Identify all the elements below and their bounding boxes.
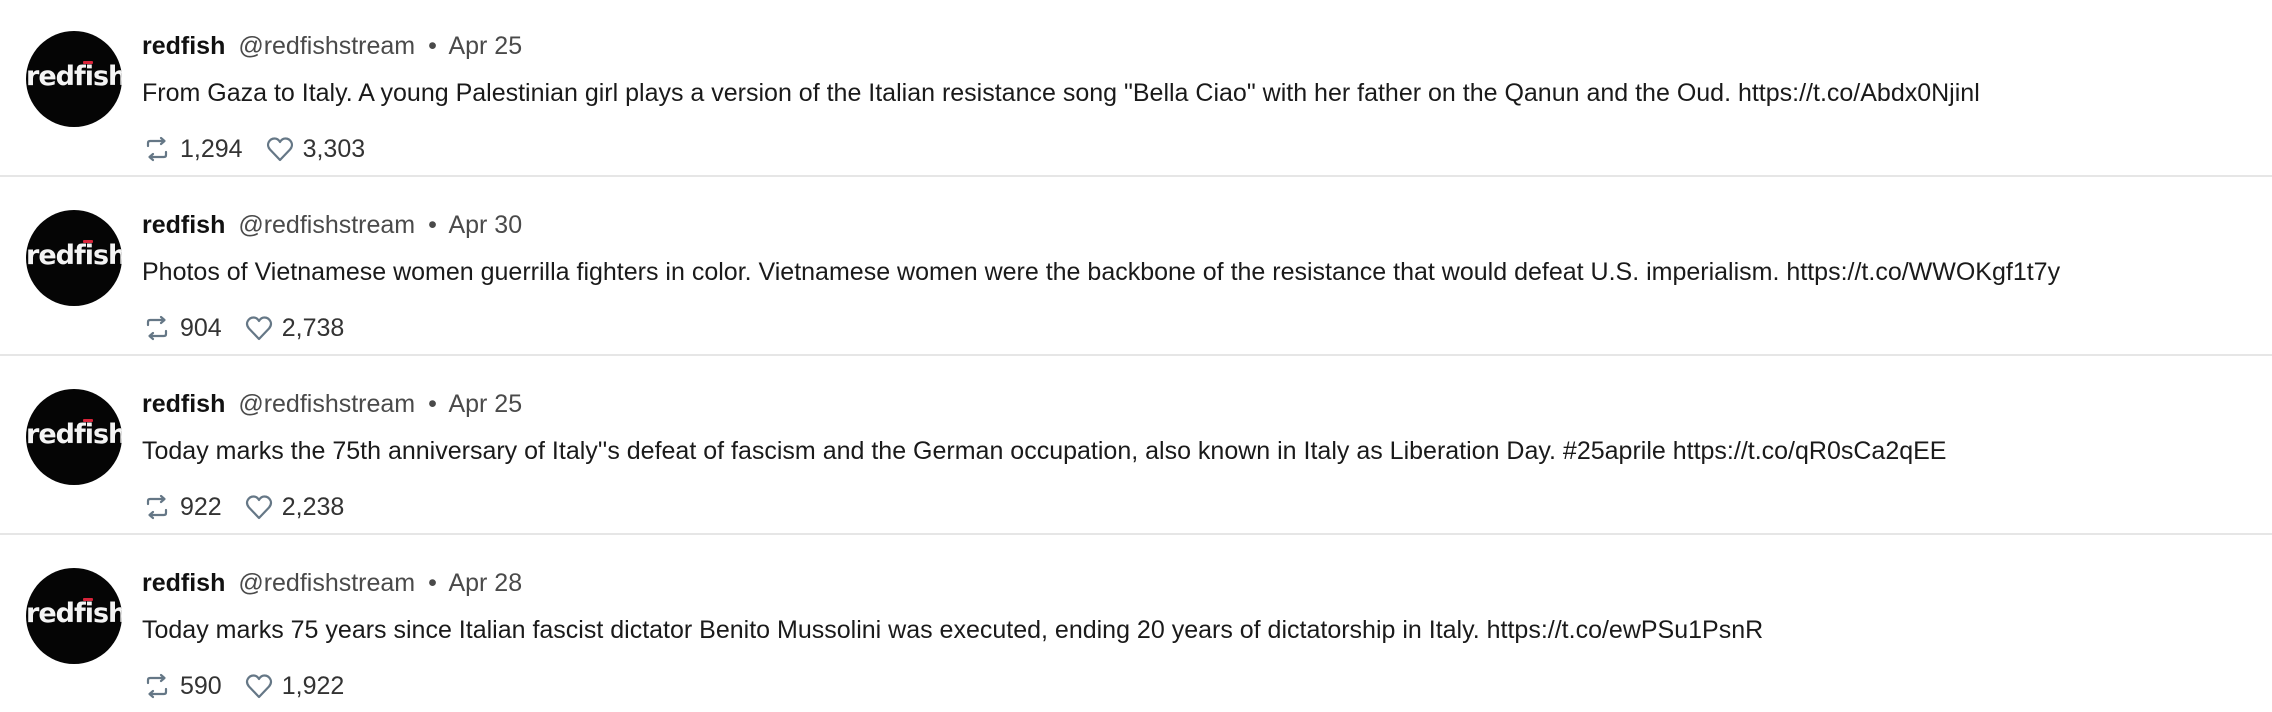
like-button[interactable]: 2,238 (244, 492, 345, 522)
header-separator: • (428, 32, 437, 60)
retweet-button[interactable]: 904 (142, 313, 222, 343)
tweet-date[interactable]: Apr 25 (448, 390, 522, 418)
retweet-button[interactable]: 922 (142, 492, 222, 522)
author-name[interactable]: redfish (142, 32, 225, 60)
tweet-header: redfish @redfishstream • Apr 25 (142, 30, 522, 62)
avatar-logo-text: redfish (26, 61, 122, 92)
tweet-actions: 1,294 3,303 (142, 133, 387, 165)
retweet-icon (146, 136, 168, 162)
retweet-icon (146, 494, 168, 520)
author-name[interactable]: redfish (142, 569, 225, 597)
author-handle[interactable]: @redfishstream (238, 32, 415, 60)
avatar[interactable]: redfish (26, 210, 122, 306)
retweet-count: 1,294 (180, 134, 243, 163)
tweet-actions: 590 1,922 (142, 670, 366, 702)
tweet-text: Today marks the 75th anniversary of Ital… (142, 437, 1947, 465)
author-handle[interactable]: @redfishstream (238, 569, 415, 597)
like-count: 3,303 (302, 134, 366, 163)
tweet-header: redfish @redfishstream • Apr 28 (142, 567, 522, 599)
like-button[interactable]: 2,738 (244, 313, 345, 343)
like-button[interactable]: 3,303 (265, 134, 366, 164)
heart-icon (245, 674, 272, 699)
avatar-accent-mark (83, 419, 93, 422)
avatar-logo-text: redfish (26, 240, 122, 271)
tweet-card[interactable]: redfish redfish @redfishstream • Apr 30 … (0, 179, 2272, 356)
author-handle[interactable]: @redfishstream (238, 211, 415, 239)
retweet-icon (146, 673, 168, 699)
tweet-header: redfish @redfishstream • Apr 25 (142, 388, 522, 420)
tweet-actions: 922 2,238 (142, 491, 366, 523)
avatar-accent-mark (83, 61, 93, 64)
header-separator: • (428, 211, 437, 239)
like-count: 1,922 (281, 671, 345, 700)
tweet-date[interactable]: Apr 28 (448, 569, 522, 597)
author-handle[interactable]: @redfishstream (238, 390, 415, 418)
tweet-card[interactable]: redfish redfish @redfishstream • Apr 25 … (0, 358, 2272, 535)
retweet-count: 922 (180, 492, 222, 521)
heart-icon (245, 495, 272, 520)
like-button[interactable]: 1,922 (244, 671, 345, 701)
retweet-count: 904 (180, 313, 222, 342)
tweet-text: From Gaza to Italy. A young Palestinian … (142, 79, 1980, 107)
heart-icon (245, 316, 272, 341)
header-separator: • (428, 569, 437, 597)
tweet-actions: 904 2,738 (142, 312, 366, 344)
tweet-text: Today marks 75 years since Italian fasci… (142, 616, 1764, 644)
avatar-logo-text: redfish (26, 598, 122, 629)
tweet-card[interactable]: redfish redfish @redfishstream • Apr 25 … (0, 0, 2272, 177)
retweet-count: 590 (180, 671, 222, 700)
avatar[interactable]: redfish (26, 568, 122, 664)
retweet-icon (146, 315, 168, 341)
retweet-button[interactable]: 590 (142, 671, 222, 701)
tweet-date[interactable]: Apr 25 (448, 32, 522, 60)
avatar-logo-text: redfish (26, 419, 122, 450)
avatar[interactable]: redfish (26, 389, 122, 485)
tweet-text: Photos of Vietnamese women guerrilla fig… (142, 258, 2061, 286)
author-name[interactable]: redfish (142, 211, 225, 239)
retweet-button[interactable]: 1,294 (142, 134, 243, 164)
tweet-card[interactable]: redfish redfish @redfishstream • Apr 28 … (0, 537, 2272, 712)
heart-icon (266, 137, 293, 162)
like-count: 2,238 (281, 492, 345, 521)
tweet-feed: redfish redfish @redfishstream • Apr 25 … (0, 0, 2272, 712)
avatar-accent-mark (83, 240, 93, 243)
author-name[interactable]: redfish (142, 390, 225, 418)
tweet-date[interactable]: Apr 30 (448, 211, 522, 239)
avatar[interactable]: redfish (26, 31, 122, 127)
tweet-header: redfish @redfishstream • Apr 30 (142, 209, 522, 241)
header-separator: • (428, 390, 437, 418)
like-count: 2,738 (281, 313, 345, 342)
avatar-accent-mark (83, 598, 93, 601)
